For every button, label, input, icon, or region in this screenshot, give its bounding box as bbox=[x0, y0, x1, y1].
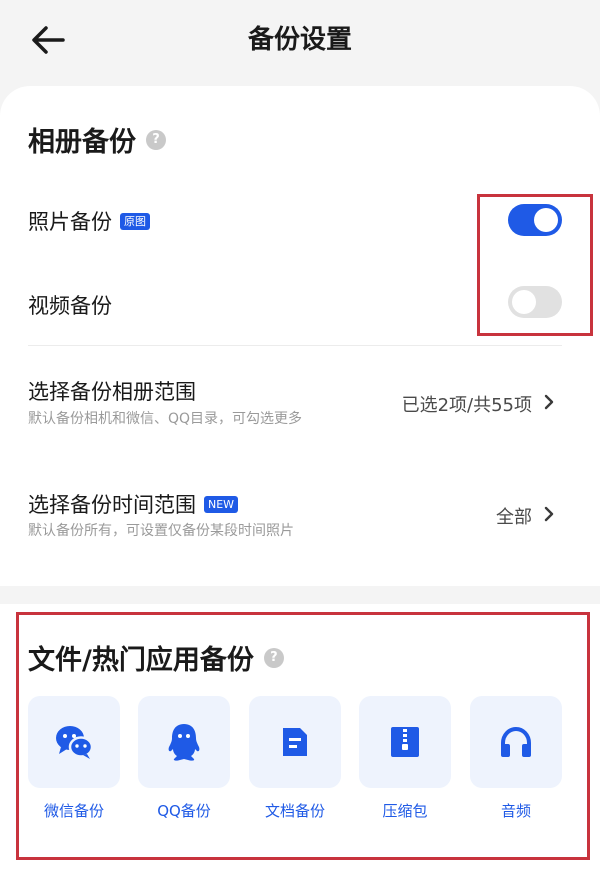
album-range-row[interactable]: 选择备份相册范围 默认备份相机和微信、QQ目录，可勾选更多 已选2项/共55项 bbox=[0, 370, 600, 450]
album-range-title: 选择备份相册范围 bbox=[28, 380, 196, 404]
new-badge: NEW bbox=[204, 495, 239, 513]
divider bbox=[28, 345, 562, 346]
video-backup-row: 视频备份 bbox=[28, 290, 112, 320]
time-range-title: 选择备份时间范围 bbox=[28, 493, 196, 517]
highlight-box-apps bbox=[16, 612, 590, 860]
back-button[interactable] bbox=[28, 20, 68, 60]
chevron-right-icon bbox=[544, 506, 554, 522]
time-range-value: 全部 bbox=[496, 507, 532, 528]
album-range-subtitle: 默认备份相机和微信、QQ目录，可勾选更多 bbox=[28, 411, 303, 427]
video-backup-label: 视频备份 bbox=[28, 294, 112, 318]
photo-backup-label: 照片备份 bbox=[28, 210, 112, 234]
time-range-subtitle: 默认备份所有，可设置仅备份某段时间照片 bbox=[28, 523, 294, 539]
back-arrow-icon bbox=[32, 26, 65, 54]
highlight-box-toggles bbox=[477, 194, 593, 336]
header: 备份设置 bbox=[0, 0, 600, 80]
album-section-title-text: 相册备份 bbox=[28, 127, 136, 158]
album-section-title: 相册备份 ? bbox=[28, 120, 166, 159]
album-range-value: 已选2项/共55项 bbox=[401, 395, 532, 416]
original-quality-badge: 原图 bbox=[120, 212, 150, 230]
time-range-title-row: 选择备份时间范围 NEW bbox=[28, 489, 239, 519]
time-range-row[interactable]: 选择备份时间范围 NEW 默认备份所有，可设置仅备份某段时间照片 全部 bbox=[0, 484, 600, 564]
page-title: 备份设置 bbox=[247, 24, 352, 55]
photo-backup-row: 照片备份 原图 bbox=[28, 206, 150, 236]
help-icon[interactable]: ? bbox=[146, 129, 166, 150]
chevron-right-icon bbox=[544, 394, 554, 410]
